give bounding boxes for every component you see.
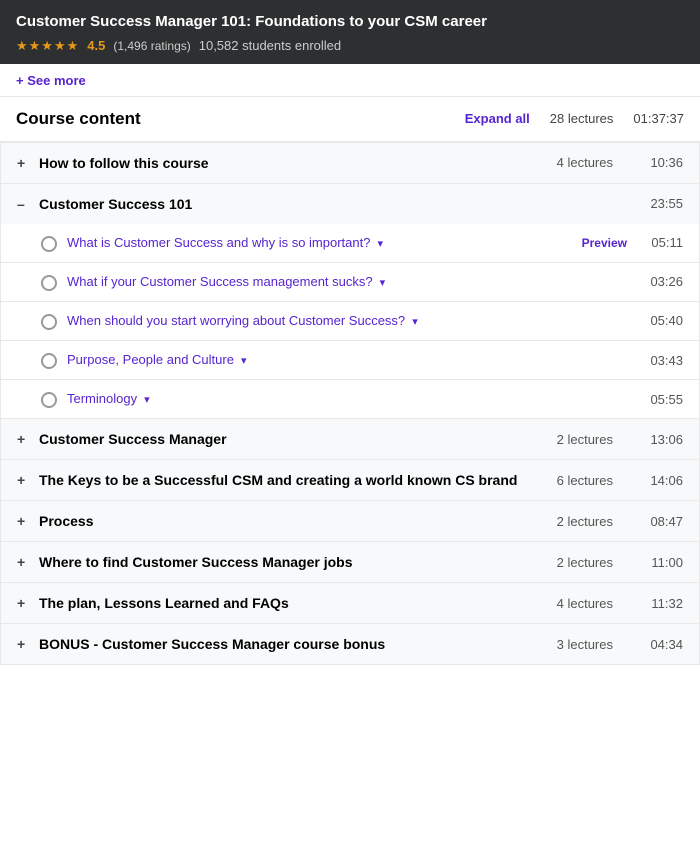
section-header-7[interactable]: + BONUS - Customer Success Manager course… (1, 624, 699, 664)
star-icons: ★★★★★ (16, 38, 79, 54)
lesson-time-1-2: 05:40 (643, 313, 683, 328)
lesson-time-1-3: 03:43 (643, 353, 683, 368)
section-toggle-0: + (17, 155, 29, 171)
section-name-0: How to follow this course (39, 155, 557, 171)
lesson-title-1-4[interactable]: Terminology (67, 391, 137, 406)
lesson-row-1-1: What if your Customer Success management… (1, 263, 699, 302)
section-toggle-7: + (17, 636, 29, 652)
section-toggle-1: – (17, 196, 29, 212)
section-lectures-7: 3 lectures (557, 637, 613, 652)
rating-score: 4.5 (87, 38, 105, 53)
section-7: + BONUS - Customer Success Manager course… (1, 624, 699, 664)
section-time-2: 13:06 (633, 432, 683, 447)
section-time-3: 14:06 (633, 473, 683, 488)
section-3: + The Keys to be a Successful CSM and cre… (1, 460, 699, 501)
lesson-dropdown-1-4[interactable]: ▾ (141, 394, 150, 406)
total-time: 01:37:37 (633, 111, 684, 126)
section-header-3[interactable]: + The Keys to be a Successful CSM and cre… (1, 460, 699, 500)
section-5: + Where to find Customer Success Manager … (1, 542, 699, 583)
lesson-time-1-4: 05:55 (643, 392, 683, 407)
section-time-7: 04:34 (633, 637, 683, 652)
lesson-row-1-4: Terminology ▾05:55 (1, 380, 699, 418)
lesson-inner-1-1: What if your Customer Success management… (67, 273, 683, 291)
section-header-4[interactable]: + Process2 lectures 08:47 (1, 501, 699, 541)
section-toggle-6: + (17, 595, 29, 611)
section-time-1: 23:55 (633, 196, 683, 211)
section-4: + Process2 lectures 08:47 (1, 501, 699, 542)
section-toggle-2: + (17, 431, 29, 447)
section-toggle-3: + (17, 472, 29, 488)
section-name-3: The Keys to be a Successful CSM and crea… (39, 472, 557, 488)
lesson-content-1-1: What if your Customer Success management… (67, 273, 643, 291)
lesson-title-1-1[interactable]: What if your Customer Success management… (67, 274, 373, 289)
section-time-5: 11:00 (633, 555, 683, 570)
total-lectures: 28 lectures (550, 111, 614, 126)
section-header-6[interactable]: + The plan, Lessons Learned and FAQs4 lec… (1, 583, 699, 623)
lesson-dropdown-1-0[interactable]: ▾ (374, 238, 383, 250)
section-lectures-6: 4 lectures (557, 596, 613, 611)
lesson-inner-1-0: What is Customer Success and why is so i… (67, 234, 683, 252)
lesson-icon-1-1 (41, 275, 57, 291)
section-lectures-5: 2 lectures (557, 555, 613, 570)
course-header: Customer Success Manager 101: Foundation… (0, 0, 700, 64)
section-name-1: Customer Success 101 (39, 196, 633, 212)
lesson-content-1-2: When should you start worrying about Cus… (67, 312, 643, 330)
lesson-title-1-0[interactable]: What is Customer Success and why is so i… (67, 235, 370, 250)
section-0: + How to follow this course4 lectures 10:3… (1, 143, 699, 184)
section-6: + The plan, Lessons Learned and FAQs4 lec… (1, 583, 699, 624)
section-name-2: Customer Success Manager (39, 431, 557, 447)
lesson-dropdown-1-2[interactable]: ▾ (409, 316, 418, 328)
lesson-time-1-1: 03:26 (643, 274, 683, 289)
enrolled-count: 10,582 students enrolled (199, 38, 341, 53)
section-lectures-4: 2 lectures (557, 514, 613, 529)
lesson-dropdown-1-3[interactable]: ▾ (238, 355, 247, 367)
section-name-5: Where to find Customer Success Manager j… (39, 554, 557, 570)
lesson-icon-1-0 (41, 236, 57, 252)
lesson-dropdown-1-1[interactable]: ▾ (377, 277, 386, 289)
section-lectures-2: 2 lectures (557, 432, 613, 447)
rating-count: (1,496 ratings) (113, 39, 190, 53)
section-toggle-4: + (17, 513, 29, 529)
section-name-7: BONUS - Customer Success Manager course … (39, 636, 557, 652)
section-header-0[interactable]: + How to follow this course4 lectures 10:3… (1, 143, 699, 183)
section-name-4: Process (39, 513, 557, 529)
lesson-time-1-0: 05:11 (643, 235, 683, 250)
lesson-inner-1-2: When should you start worrying about Cus… (67, 312, 683, 330)
lesson-content-1-3: Purpose, People and Culture ▾ (67, 351, 643, 369)
see-more-bar: + See more (0, 64, 700, 97)
section-time-0: 10:36 (633, 155, 683, 170)
section-header-5[interactable]: + Where to find Customer Success Manager … (1, 542, 699, 582)
section-lectures-3: 6 lectures (557, 473, 613, 488)
lesson-row-1-0: What is Customer Success and why is so i… (1, 224, 699, 263)
lesson-icon-1-3 (41, 353, 57, 369)
section-time-6: 11:32 (633, 596, 683, 611)
course-content-header: Course content Expand all 28 lectures 01… (0, 97, 700, 142)
lesson-inner-1-4: Terminology ▾05:55 (67, 390, 683, 408)
section-lectures-0: 4 lectures (557, 155, 613, 170)
section-time-4: 08:47 (633, 514, 683, 529)
lesson-icon-1-2 (41, 314, 57, 330)
sections-container: +How to follow this course4 lectures10:3… (0, 142, 700, 666)
expand-all-button[interactable]: Expand all (465, 111, 530, 126)
lesson-row-1-2: When should you start worrying about Cus… (1, 302, 699, 341)
course-content-title: Course content (16, 109, 465, 129)
lesson-row-1-3: Purpose, People and Culture ▾03:43 (1, 341, 699, 380)
lesson-preview-1-0[interactable]: Preview (582, 236, 627, 250)
lesson-title-1-3[interactable]: Purpose, People and Culture (67, 352, 234, 367)
lesson-content-1-0: What is Customer Success and why is so i… (67, 234, 582, 252)
lesson-content-1-4: Terminology ▾ (67, 390, 643, 408)
course-meta: ★★★★★ 4.5 (1,496 ratings) 10,582 student… (16, 38, 684, 54)
see-more-link[interactable]: + See more (16, 73, 86, 88)
section-name-6: The plan, Lessons Learned and FAQs (39, 595, 557, 611)
lesson-title-1-2[interactable]: When should you start worrying about Cus… (67, 313, 405, 328)
section-2: + Customer Success Manager2 lectures 13:06 (1, 419, 699, 460)
section-header-2[interactable]: + Customer Success Manager2 lectures 13:06 (1, 419, 699, 459)
course-title: Customer Success Manager 101: Foundation… (16, 12, 684, 32)
lesson-inner-1-3: Purpose, People and Culture ▾03:43 (67, 351, 683, 369)
section-1: –Customer Success 10123:55 What is Custom… (1, 184, 699, 420)
section-toggle-5: + (17, 554, 29, 570)
lesson-icon-1-4 (41, 392, 57, 408)
section-header-1[interactable]: –Customer Success 10123:55 (1, 184, 699, 224)
